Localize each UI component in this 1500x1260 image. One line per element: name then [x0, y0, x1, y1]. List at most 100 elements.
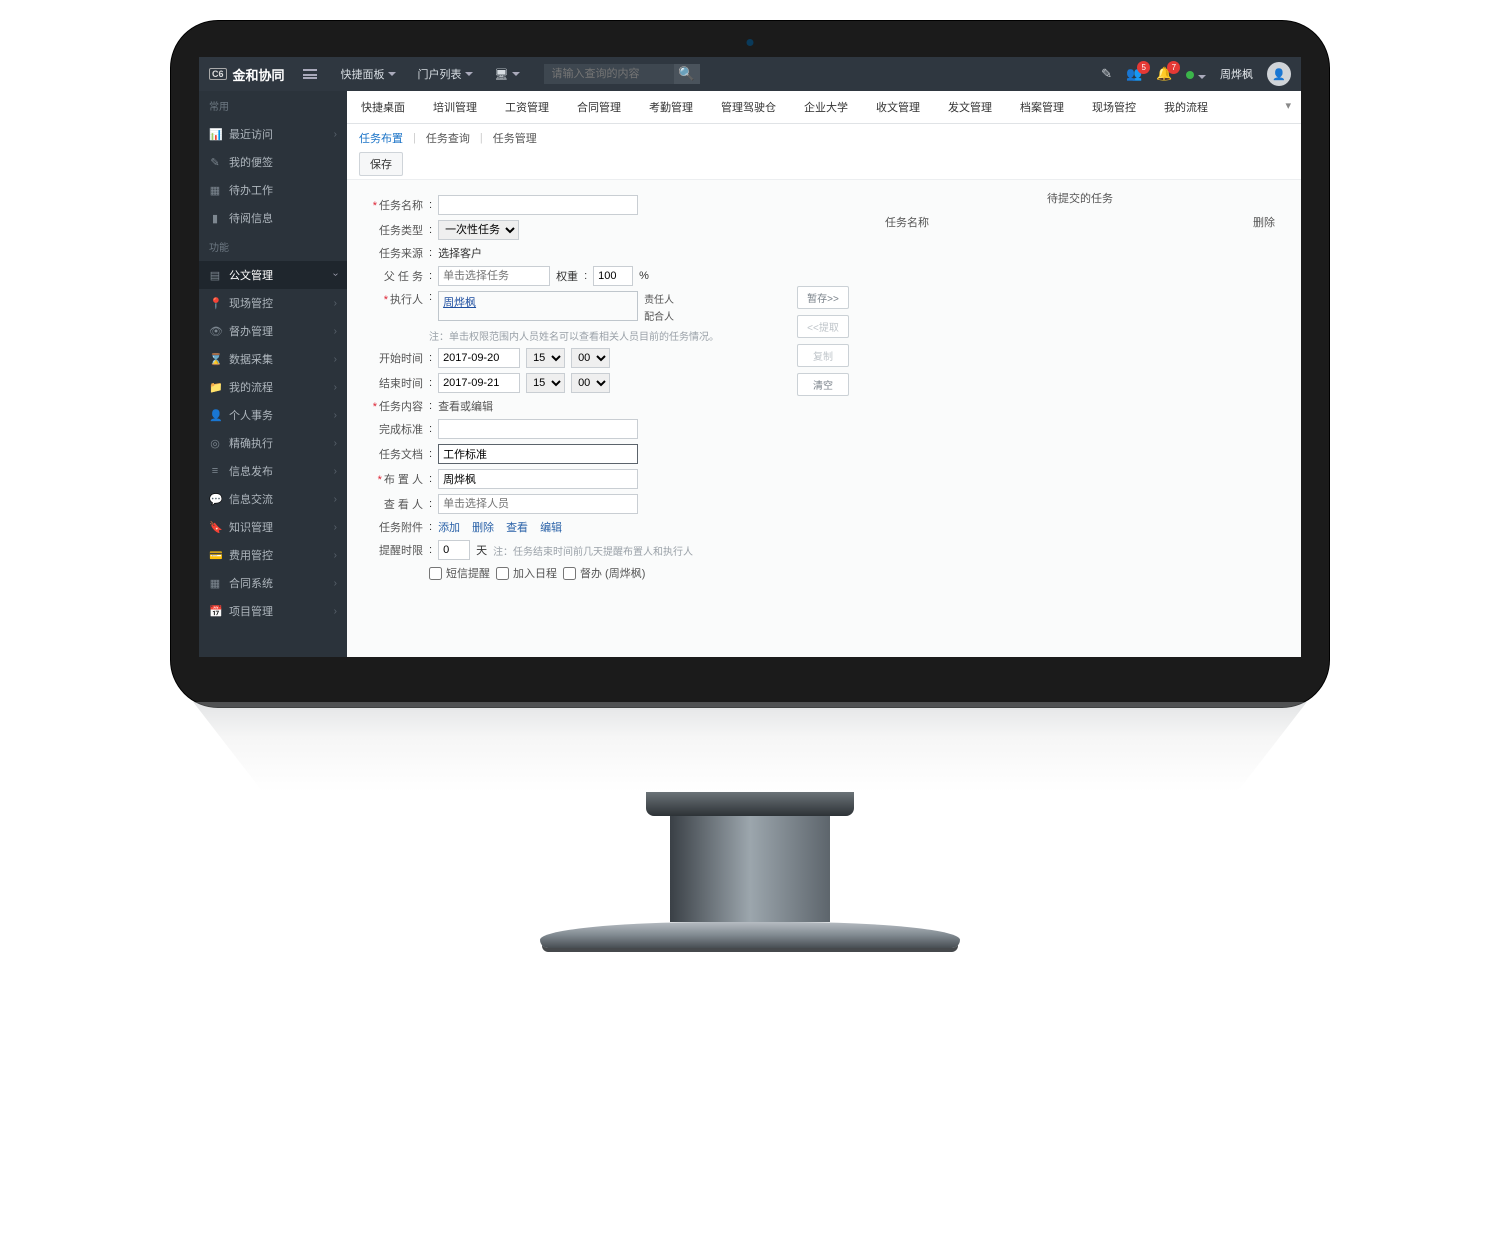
sidebar-item-knowledge[interactable]: 🔖知识管理›: [199, 513, 347, 541]
sidebar-item-data-collect[interactable]: ⌛数据采集›: [199, 345, 347, 373]
sms-checkbox[interactable]: [429, 567, 442, 580]
ptab-outbox-doc[interactable]: 发文管理: [934, 91, 1006, 123]
sidebar-item-supervise[interactable]: 👁督办管理›: [199, 317, 347, 345]
label-standard: 完成标准: [363, 421, 423, 437]
fetch-button[interactable]: <<提取: [797, 315, 849, 338]
sidebar-item-todo[interactable]: ▦待办工作: [199, 176, 347, 204]
responsible-link[interactable]: 责任人: [644, 291, 674, 306]
sidebar-item-contract-sys[interactable]: ▦合同系统›: [199, 569, 347, 597]
work-area: 任务名称: 任务类型:一次性任务 任务来源:选择客户 父 任 务: 权重: %: [347, 180, 1301, 657]
attach-edit-link[interactable]: 编辑: [540, 519, 562, 535]
avatar[interactable]: 👤: [1267, 62, 1291, 86]
ptab-training[interactable]: 培训管理: [419, 91, 491, 123]
users-icon[interactable]: 👥5: [1126, 66, 1142, 82]
attach-add-link[interactable]: 添加: [438, 519, 460, 535]
label-viewer: 查 看 人: [363, 496, 423, 512]
sidebar-item-expense[interactable]: 💳费用管控›: [199, 541, 347, 569]
assigner-input[interactable]: [438, 469, 638, 489]
search-input[interactable]: [544, 64, 674, 84]
grid-icon: ▦: [209, 577, 221, 590]
weight-input[interactable]: [593, 266, 633, 286]
menu-toggle-icon[interactable]: [303, 69, 317, 79]
standard-input[interactable]: [438, 419, 638, 439]
weight-unit: %: [639, 270, 649, 282]
cooperator-link[interactable]: 配合人: [644, 308, 674, 323]
ptab-quick-desktop[interactable]: 快捷桌面: [347, 91, 419, 123]
sidebar-item-recent[interactable]: 📊最近访问›: [199, 120, 347, 148]
stash-button[interactable]: 暂存>>: [797, 286, 849, 309]
save-button[interactable]: 保存: [359, 152, 403, 176]
sidebar-item-precise-exec[interactable]: ◎精确执行›: [199, 429, 347, 457]
label-end-time: 结束时间: [363, 375, 423, 391]
doc-icon: ▤: [209, 269, 221, 282]
brand: C6 金和协同: [209, 65, 285, 84]
edit-content-link[interactable]: 查看或编辑: [438, 398, 493, 414]
search-button[interactable]: 🔍: [674, 64, 700, 84]
start-min-select[interactable]: 00: [571, 348, 610, 368]
sidebar-item-project[interactable]: 📅项目管理›: [199, 597, 347, 625]
parent-task-input[interactable]: [438, 266, 550, 286]
label-task-name: 任务名称: [363, 197, 423, 213]
more-tabs-icon[interactable]: ▾: [1275, 91, 1301, 123]
sidebar-item-my-workflow[interactable]: 📁我的流程›: [199, 373, 347, 401]
ptab-my-workflow[interactable]: 我的流程: [1150, 91, 1222, 123]
sidebar-item-personal[interactable]: 👤个人事务›: [199, 401, 347, 429]
schedule-checkbox[interactable]: [496, 567, 509, 580]
attach-view-link[interactable]: 查看: [506, 519, 528, 535]
ptab-inbox-doc[interactable]: 收文管理: [862, 91, 934, 123]
supervise-checkbox[interactable]: [563, 567, 576, 580]
stab-task-mgmt[interactable]: 任务管理: [493, 130, 537, 146]
sidebar-item-info-exchange[interactable]: 💬信息交流›: [199, 485, 347, 513]
task-source-value[interactable]: 选择客户: [438, 245, 482, 261]
task-name-input[interactable]: [438, 195, 638, 215]
sidebar-item-onsite[interactable]: 📍现场管控›: [199, 289, 347, 317]
stab-task-query[interactable]: 任务查询: [426, 130, 470, 146]
ptab-enterprise-univ[interactable]: 企业大学: [790, 91, 862, 123]
clear-button[interactable]: 清空: [797, 373, 849, 396]
start-hour-select[interactable]: 15: [526, 348, 565, 368]
sidebar-item-info-publish[interactable]: ≡信息发布›: [199, 457, 347, 485]
chart-icon: 📊: [209, 128, 221, 141]
sidebar-item-document-mgmt[interactable]: ▤公文管理›: [199, 261, 347, 289]
sidebar-item-notes[interactable]: ✎我的便签: [199, 148, 347, 176]
username[interactable]: 周烨枫: [1220, 66, 1253, 82]
bell-icon[interactable]: 🔔7: [1156, 66, 1172, 82]
viewer-input[interactable]: [438, 494, 638, 514]
book-icon: ▮: [209, 212, 221, 225]
executor-box[interactable]: 周烨枫: [438, 291, 638, 321]
ptab-archive[interactable]: 档案管理: [1006, 91, 1078, 123]
wand-icon[interactable]: ✎: [1101, 66, 1112, 82]
quick-panel-link[interactable]: 快捷面板: [335, 66, 402, 82]
chevron-down-icon: [512, 72, 520, 76]
card-icon: 💳: [209, 549, 221, 562]
portal-list-link[interactable]: 门户列表: [412, 66, 479, 82]
calendar-icon: 📅: [209, 605, 221, 618]
monitor-neck: [670, 792, 830, 922]
col-task-name: 任务名称: [885, 214, 929, 230]
ptab-contract[interactable]: 合同管理: [563, 91, 635, 123]
search-box: 🔍: [544, 64, 700, 84]
status-indicator[interactable]: [1186, 67, 1206, 82]
pin-icon: 📍: [209, 297, 221, 310]
ptab-attendance[interactable]: 考勤管理: [635, 91, 707, 123]
end-min-select[interactable]: 00: [571, 373, 610, 393]
camera-icon: [747, 39, 754, 46]
attach-del-link[interactable]: 删除: [472, 519, 494, 535]
task-doc-input[interactable]: [438, 444, 638, 464]
label-task-source: 任务来源: [363, 245, 423, 261]
sidebar-item-toread[interactable]: ▮待阅信息: [199, 204, 347, 232]
stab-task-assign[interactable]: 任务布置: [359, 130, 403, 146]
device-link[interactable]: 🖥: [489, 68, 526, 81]
task-type-select[interactable]: 一次性任务: [438, 220, 519, 240]
end-date-input[interactable]: [438, 373, 520, 393]
start-date-input[interactable]: [438, 348, 520, 368]
copy-button[interactable]: 复制: [797, 344, 849, 367]
label-start-time: 开始时间: [363, 350, 423, 366]
ptab-cockpit[interactable]: 管理驾驶仓: [707, 91, 790, 123]
end-hour-select[interactable]: 15: [526, 373, 565, 393]
remind-input[interactable]: [438, 540, 470, 560]
sidebar-section-func: 功能: [199, 232, 347, 261]
ptab-onsite[interactable]: 现场管控: [1078, 91, 1150, 123]
pending-tasks-panel: 待提交的任务 任务名称 删除: [859, 186, 1301, 651]
ptab-salary[interactable]: 工资管理: [491, 91, 563, 123]
